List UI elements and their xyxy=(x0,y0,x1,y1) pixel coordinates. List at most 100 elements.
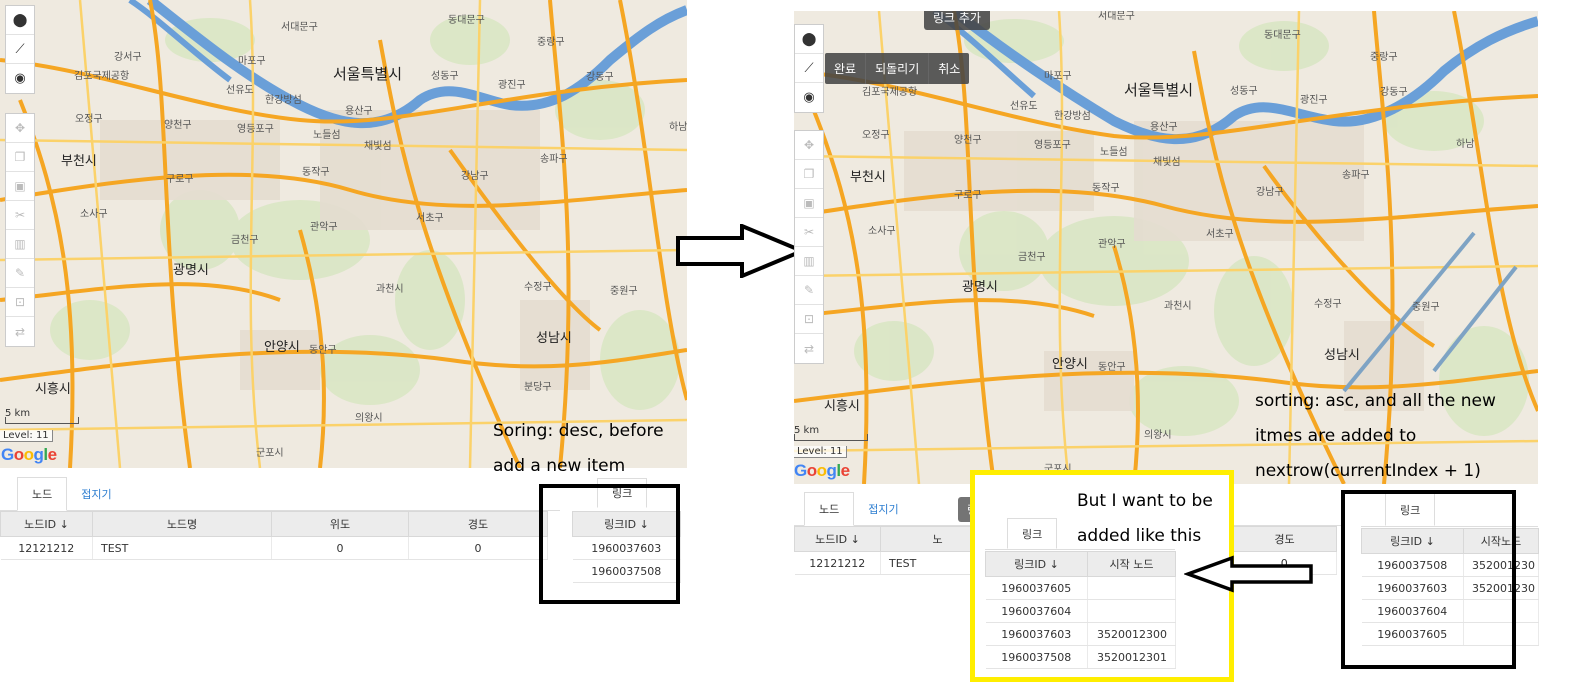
table-row[interactable]: 12121212 TEST 0 0 xyxy=(0,536,548,560)
map-draw-toolbar: ⬤ ⟋ ◉ xyxy=(794,24,824,113)
note-line: itmes are added to xyxy=(1255,426,1417,446)
paste-icon[interactable]: ▣ xyxy=(795,189,823,218)
map-label-yangcheon: 양천구 xyxy=(164,120,192,131)
cell-longitude: 0 xyxy=(408,536,548,560)
select-area-icon[interactable]: ⊡ xyxy=(795,305,823,334)
pin-icon[interactable]: ⬤ xyxy=(6,6,34,35)
column-header-node-name[interactable]: 노드명 xyxy=(92,511,272,537)
cell-node-name: TEST xyxy=(92,536,272,560)
paste-icon[interactable]: ▣ xyxy=(6,172,34,201)
map-label-siheung: 시흥시 xyxy=(35,382,71,397)
map-label-seongnam: 성남시 xyxy=(536,331,572,346)
map-label-gimpo-airport: 김포국제공항 xyxy=(862,87,918,98)
scissors-icon[interactable]: ✂ xyxy=(795,218,823,247)
move-icon[interactable]: ✥ xyxy=(6,114,34,143)
map-label-seoul: 서울특별시 xyxy=(1124,81,1194,99)
map-label-yongsan: 용산구 xyxy=(345,106,373,117)
map-label-hanam: 하남 xyxy=(1456,139,1475,150)
map-draw-toolbar: ⬤ ⟋ ◉ xyxy=(5,5,35,94)
map-edit-toolbar: ✥ ❐ ▣ ✂ ▥ ✎ ⊡ ⇄ xyxy=(5,113,35,347)
cancel-button[interactable]: 취소 xyxy=(929,53,969,84)
map-label-gwacheon: 과천시 xyxy=(376,284,404,295)
copy-icon[interactable]: ❐ xyxy=(6,143,34,172)
scissors-icon[interactable]: ✂ xyxy=(6,201,34,230)
map-label-gangnam: 강남구 xyxy=(1256,187,1284,198)
done-button[interactable]: 완료 xyxy=(825,53,867,84)
map-label-bundang: 분당구 xyxy=(524,382,552,393)
tab-node[interactable]: 노드 xyxy=(804,492,855,526)
map-label-yongsan: 용산구 xyxy=(1150,122,1178,133)
map-label-sosa: 소사구 xyxy=(868,226,896,237)
left-map[interactable]: 서울특별시 강서구 김포국제공항 마포구 서대문구 동대문구 중랑구 성동구 광… xyxy=(0,0,687,468)
map-label-yangcheon: 양천구 xyxy=(954,135,982,146)
map-label-sosa: 소사구 xyxy=(80,209,108,220)
map-label-seodaemun: 서대문구 xyxy=(281,22,318,33)
table-row[interactable]: 12121212 TEST xyxy=(794,551,995,575)
swap-icon[interactable]: ⇄ xyxy=(795,334,823,363)
edit-action-bar: 완료 되돌리기 취소 xyxy=(825,53,970,84)
map-label-bucheon: 부천시 xyxy=(61,154,97,169)
map-label-dongan: 동안구 xyxy=(309,345,337,356)
tab-fold[interactable]: 접지기 xyxy=(854,492,912,525)
cell-node-id: 12121212 xyxy=(0,536,93,560)
trash-icon[interactable]: ▥ xyxy=(795,247,823,276)
google-logo: Google xyxy=(794,461,850,480)
edit-icon[interactable]: ✎ xyxy=(6,259,34,288)
map-label-nodeul: 노들섬 xyxy=(313,130,341,141)
map-label-gangdong: 강동구 xyxy=(1380,87,1408,98)
circle-icon[interactable]: ◉ xyxy=(6,64,34,93)
column-header-longitude[interactable]: 경도 xyxy=(408,511,548,537)
map-label-dongdaemun: 동대문구 xyxy=(1264,30,1301,41)
map-label-uiwang: 의왕시 xyxy=(1144,430,1172,441)
swap-icon[interactable]: ⇄ xyxy=(6,317,34,346)
map-label-geumcheon: 금천구 xyxy=(1018,252,1046,263)
copy-icon[interactable]: ❐ xyxy=(795,160,823,189)
select-area-icon[interactable]: ⊡ xyxy=(6,288,34,317)
line-icon[interactable]: ⟋ xyxy=(795,54,823,83)
pin-icon[interactable]: ⬤ xyxy=(795,25,823,54)
tab-fold[interactable]: 접지기 xyxy=(67,477,125,510)
map-label-gunpo: 군포시 xyxy=(256,448,284,459)
map-label-gwangjin: 광진구 xyxy=(498,80,526,91)
map-label-gwacheon: 과천시 xyxy=(1164,301,1192,312)
cell-latitude: 0 xyxy=(271,536,409,560)
map-label-gimpo-airport: 김포국제공항 xyxy=(74,71,130,82)
tab-node[interactable]: 노드 xyxy=(17,477,68,511)
map-label-mapo: 마포구 xyxy=(1044,71,1072,82)
column-header-longitude[interactable]: 경도 xyxy=(1232,526,1337,552)
map-label-seonyudo: 선유도 xyxy=(1010,101,1038,112)
edit-icon[interactable]: ✎ xyxy=(795,276,823,305)
map-label-ojeong: 오정구 xyxy=(75,114,103,125)
column-header-node-id[interactable]: 노드ID ↓ xyxy=(0,511,93,537)
map-scale: 5 km xyxy=(794,425,868,441)
map-label-gangdong: 강동구 xyxy=(586,72,614,83)
map-label-seongdong: 성동구 xyxy=(431,71,459,82)
annotation-note-right: sorting: asc, and all the new itmes are … xyxy=(1255,384,1496,489)
annotation-note-left: Soring: desc, before add a new item xyxy=(493,414,664,484)
trash-icon[interactable]: ▥ xyxy=(6,230,34,259)
undo-button[interactable]: 되돌리기 xyxy=(866,53,930,84)
move-icon[interactable]: ✥ xyxy=(795,131,823,160)
zoom-level: Level: 11 xyxy=(0,430,53,442)
map-label-gwangmyeong: 광명시 xyxy=(962,280,998,295)
right-node-table: 노드ID ↓ 노 12121212 TEST xyxy=(794,526,995,575)
note-line: sorting: asc, and all the new xyxy=(1255,391,1496,411)
circle-icon[interactable]: ◉ xyxy=(795,83,823,112)
map-label-songpa: 송파구 xyxy=(540,154,568,165)
back-arrow-icon xyxy=(1184,555,1313,593)
left-tab-bar: 노드 접지기 xyxy=(0,477,560,511)
column-header-latitude[interactable]: 위도 xyxy=(271,511,409,537)
map-label-sujeong: 수정구 xyxy=(1314,299,1342,310)
map-label-chaebit: 채빛섬 xyxy=(364,141,392,152)
line-icon[interactable]: ⟋ xyxy=(6,35,34,64)
map-label-seocho: 서초구 xyxy=(416,213,444,224)
map-label-gwanak: 관악구 xyxy=(1098,239,1126,250)
map-label-jungnang: 중랑구 xyxy=(1370,52,1398,63)
map-label-gangnam: 강남구 xyxy=(461,171,489,182)
map-label-anyang: 안양시 xyxy=(1052,357,1088,372)
map-label-dongjak: 동작구 xyxy=(1092,183,1120,194)
transition-arrow-icon xyxy=(676,224,806,278)
column-header-node-id[interactable]: 노드ID ↓ xyxy=(794,526,881,552)
map-label-gangseo: 강서구 xyxy=(114,52,142,63)
map-label-jungwon: 중원구 xyxy=(610,286,638,297)
